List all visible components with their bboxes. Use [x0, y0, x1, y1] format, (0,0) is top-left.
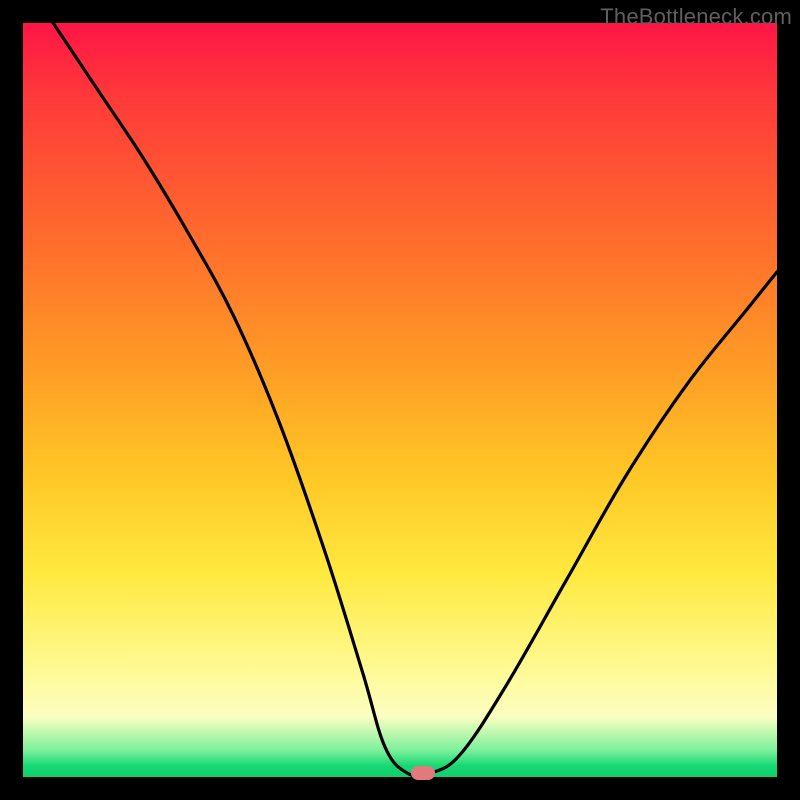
plot-area [23, 23, 777, 777]
watermark-label: TheBottleneck.com [600, 4, 792, 30]
chart-frame: TheBottleneck.com [0, 0, 800, 800]
optimum-marker-icon [411, 766, 435, 780]
bottleneck-curve [23, 23, 777, 777]
